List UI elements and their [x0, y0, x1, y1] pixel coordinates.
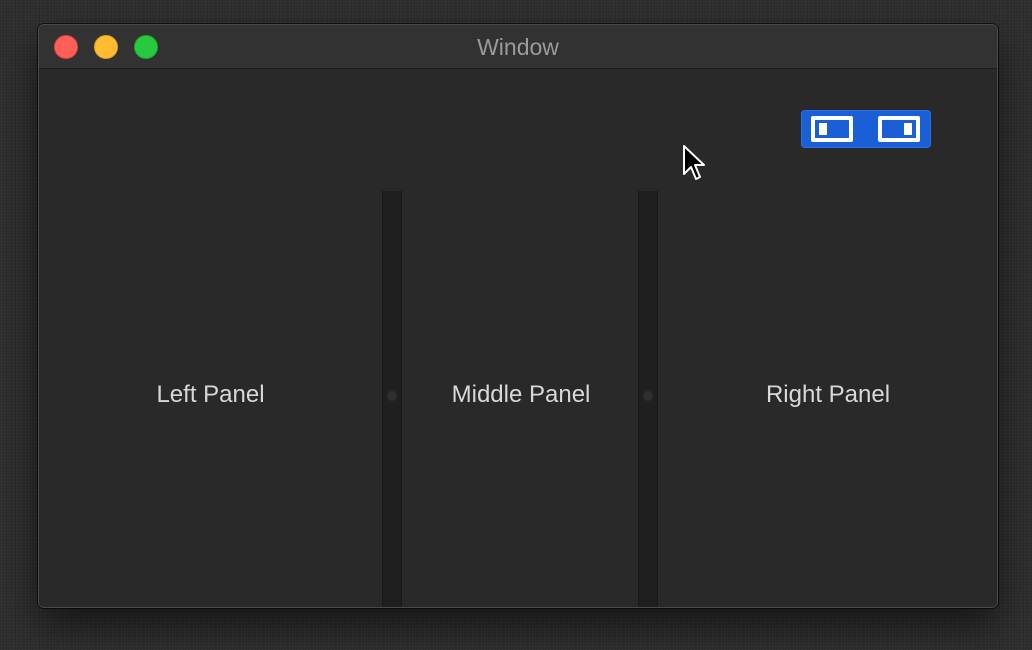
middle-panel-label: Middle Panel — [451, 381, 591, 408]
left-panel-label: Left Panel — [156, 381, 265, 408]
divider-grip-icon — [643, 391, 653, 401]
toggle-right-sidebar-button[interactable] — [876, 114, 922, 144]
split-divider-right[interactable] — [638, 191, 658, 607]
middle-panel: Middle Panel — [403, 191, 639, 607]
right-panel: Right Panel — [659, 191, 997, 607]
left-panel: Left Panel — [39, 191, 382, 607]
right-sidebar-icon — [878, 116, 920, 142]
left-sidebar-icon — [811, 116, 853, 142]
sidebar-toggle-group — [801, 110, 931, 148]
right-panel-label: Right Panel — [765, 381, 891, 408]
title-bar[interactable]: Window — [39, 25, 997, 69]
arrow-pointer-icon — [682, 144, 708, 184]
window-title: Window — [477, 34, 559, 60]
toggle-left-sidebar-button[interactable] — [809, 114, 855, 144]
split-divider-left[interactable] — [382, 191, 402, 607]
divider-grip-icon — [387, 391, 397, 401]
window-content: Left Panel Middle Panel Right Panel — [39, 69, 997, 607]
app-window: Window Left Panel Middle Panel Right Pan… — [38, 24, 998, 608]
